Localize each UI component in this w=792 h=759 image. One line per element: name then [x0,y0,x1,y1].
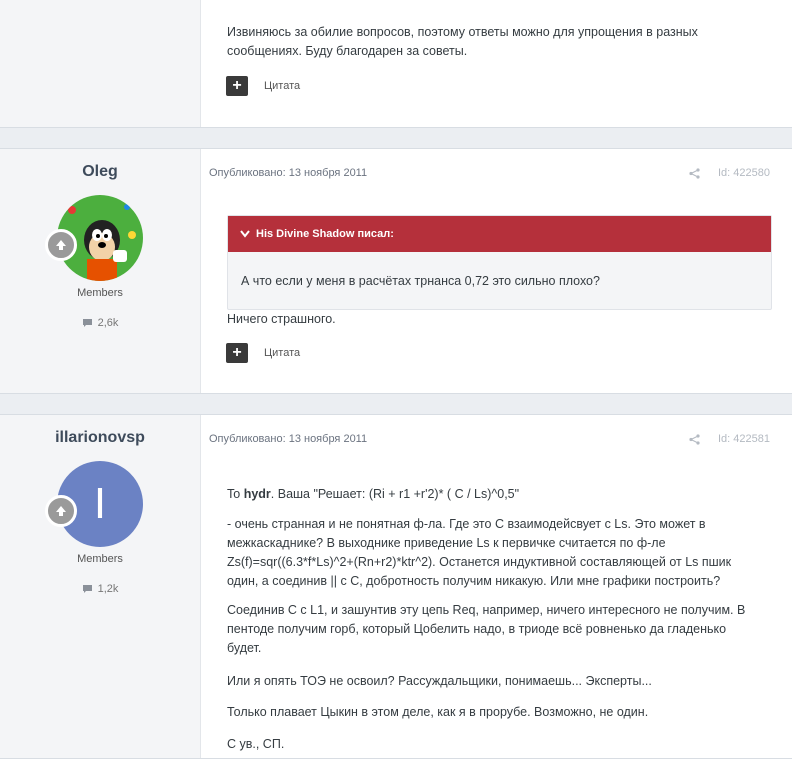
post-count-value: 2,6k [97,317,119,329]
quote-text: А что если у меня в расчётах трнанса 0,7… [241,273,600,288]
avatar-letter: I [93,479,107,528]
post-paragraph-1: To hydr. Ваша "Решает: (Ri + r1 +r'2)* (… [227,485,757,504]
post-count: 2,6k [0,317,200,329]
share-icon[interactable] [689,167,700,179]
post-text: Ничего страшного. [227,312,336,326]
author-panel: illarionovsp I Members 1,2k [0,415,201,758]
share-icon[interactable] [689,433,700,445]
post-actions: + Цитата [226,76,300,96]
post-paragraph-5: Только плавает Цыкин в этом деле, как я … [227,705,649,719]
rank-badge-icon [45,229,77,261]
quote-author: His Divine Shadow писал: [256,228,394,240]
post-paragraph-2: - очень странная и не понятная ф-ла. Где… [227,517,732,588]
author-panel: Oleg Members 2,6k [0,149,201,393]
quote-block: His Divine Shadow писал: А что если у ме… [227,215,772,310]
post-id: Id: 422580 [718,167,770,179]
avatar-wrap: I [45,461,143,547]
post-actions: + Цитата [226,343,300,363]
post-meta-right: Id: 422581 [689,433,770,445]
post-3: illarionovsp I Members 1,2k Опубликовано… [0,414,792,759]
member-group: Members [77,287,123,299]
plus-button[interactable]: + [226,343,248,363]
post-id: Id: 422581 [718,433,770,445]
rank-badge-icon [45,495,77,527]
plus-button[interactable]: + [226,76,248,96]
member-group: Members [77,553,123,565]
quote-link[interactable]: Цитата [264,80,300,92]
post-paragraph-3: Соединив С с L1, и зашунтив эту цепь Req… [227,603,746,655]
avatar-wrap [45,195,143,281]
post-paragraph-6: С ув., СП. [227,737,285,751]
comment-icon [82,319,92,327]
author-name[interactable]: illarionovsp [0,429,200,447]
text-prefix: To [227,487,244,501]
comment-icon [82,585,92,593]
published-date[interactable]: Опубликовано: 13 ноября 2011 [209,167,367,179]
chevron-down-icon [240,230,250,238]
author-panel [0,0,201,127]
published-date[interactable]: Опубликовано: 13 ноября 2011 [209,433,367,445]
quote-header[interactable]: His Divine Shadow писал: [228,216,771,252]
user-mention[interactable]: hydr [244,487,271,501]
post-2: Oleg Members 2,6k Опубликовано: 13 ноябр… [0,148,792,394]
quote-link[interactable]: Цитата [264,347,300,359]
post-count-value: 1,2k [97,583,119,595]
post-count: 1,2k [0,583,200,595]
post-meta-right: Id: 422580 [689,167,770,179]
post-text: Извиняюсь за обилие вопросов, поэтому от… [227,25,698,58]
text-rest: . Ваша "Решает: (Ri + r1 +r'2)* ( C / Ls… [270,487,520,501]
post-paragraph-4: Или я опять ТОЭ не освоил? Рассуждальщик… [227,674,652,688]
author-name[interactable]: Oleg [0,163,200,181]
post-1: Извиняюсь за обилие вопросов, поэтому от… [0,0,792,128]
